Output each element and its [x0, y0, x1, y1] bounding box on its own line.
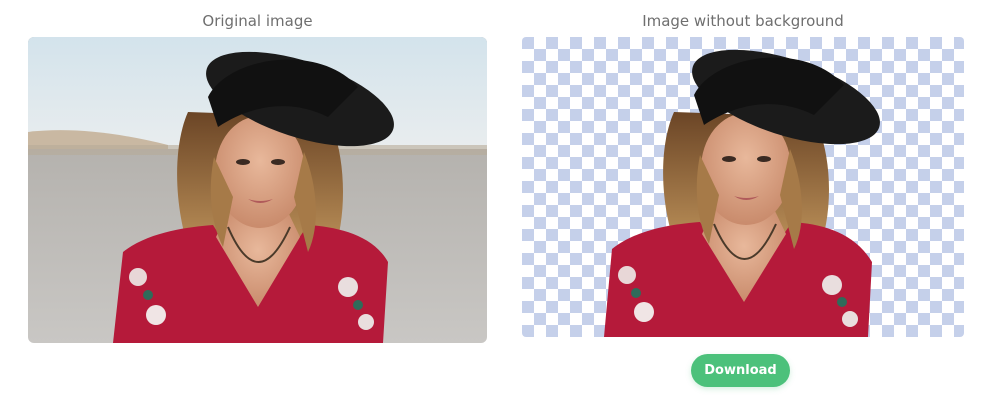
original-image-caption: Original image: [202, 12, 313, 30]
cutout-image: [522, 37, 964, 337]
original-photo-illustration: [28, 37, 487, 343]
download-button[interactable]: Download: [691, 354, 790, 387]
remove-background-result: Original image Image without background: [0, 0, 1000, 400]
cutout-photo-illustration: [522, 37, 964, 337]
original-image: [28, 37, 487, 343]
cutout-image-caption: Image without background: [642, 12, 844, 30]
